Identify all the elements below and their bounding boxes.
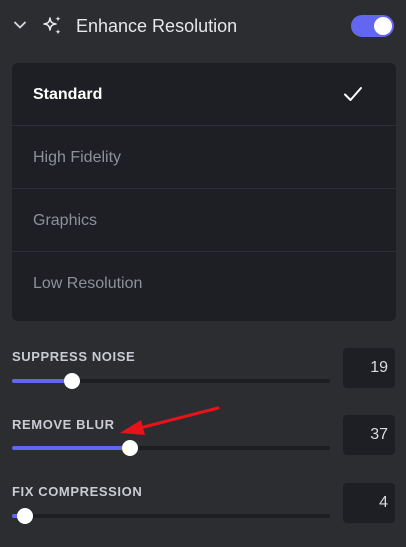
checkmark-icon — [344, 87, 362, 101]
enhance-resolution-panel: Enhance Resolution Standard High Fidelit… — [0, 0, 406, 547]
menu-item-graphics[interactable]: Graphics — [12, 189, 396, 252]
menu-item-low-resolution[interactable]: Low Resolution — [12, 252, 396, 318]
remove-blur-label: REMOVE BLUR — [12, 417, 115, 432]
suppress-noise-value[interactable]: 19 — [343, 348, 395, 388]
toggle-knob — [374, 17, 392, 35]
remove-blur-control: REMOVE BLUR 37 — [0, 415, 406, 475]
menu-item-label: Low Resolution — [33, 275, 143, 292]
mode-menu: Standard High Fidelity Graphics Low Reso… — [12, 63, 396, 321]
menu-item-label: Standard — [33, 86, 103, 103]
fix-compression-slider[interactable] — [12, 508, 330, 524]
menu-item-label: Graphics — [33, 212, 98, 229]
remove-blur-slider[interactable] — [12, 440, 330, 456]
suppress-noise-label: SUPPRESS NOISE — [12, 349, 136, 364]
suppress-noise-control: SUPPRESS NOISE 19 — [0, 348, 406, 408]
chevron-down-icon[interactable] — [13, 18, 27, 32]
section-header[interactable]: Enhance Resolution — [0, 0, 406, 52]
remove-blur-value[interactable]: 37 — [343, 415, 395, 455]
menu-item-standard[interactable]: Standard — [12, 63, 396, 126]
slider-thumb[interactable] — [16, 508, 33, 524]
slider-thumb[interactable] — [121, 440, 138, 456]
menu-item-high-fidelity[interactable]: High Fidelity — [12, 126, 396, 189]
menu-item-label: High Fidelity — [33, 149, 122, 166]
slider-fill — [12, 379, 73, 383]
sparkles-icon — [43, 16, 61, 35]
section-title: Enhance Resolution — [76, 16, 238, 36]
fix-compression-value[interactable]: 4 — [343, 483, 395, 523]
fix-compression-label: FIX COMPRESSION — [12, 484, 143, 499]
slider-fill — [12, 446, 130, 450]
suppress-noise-slider[interactable] — [12, 373, 330, 389]
fix-compression-control: FIX COMPRESSION 4 — [0, 483, 406, 543]
slider-thumb[interactable] — [64, 373, 81, 389]
enhance-toggle[interactable] — [351, 15, 394, 37]
